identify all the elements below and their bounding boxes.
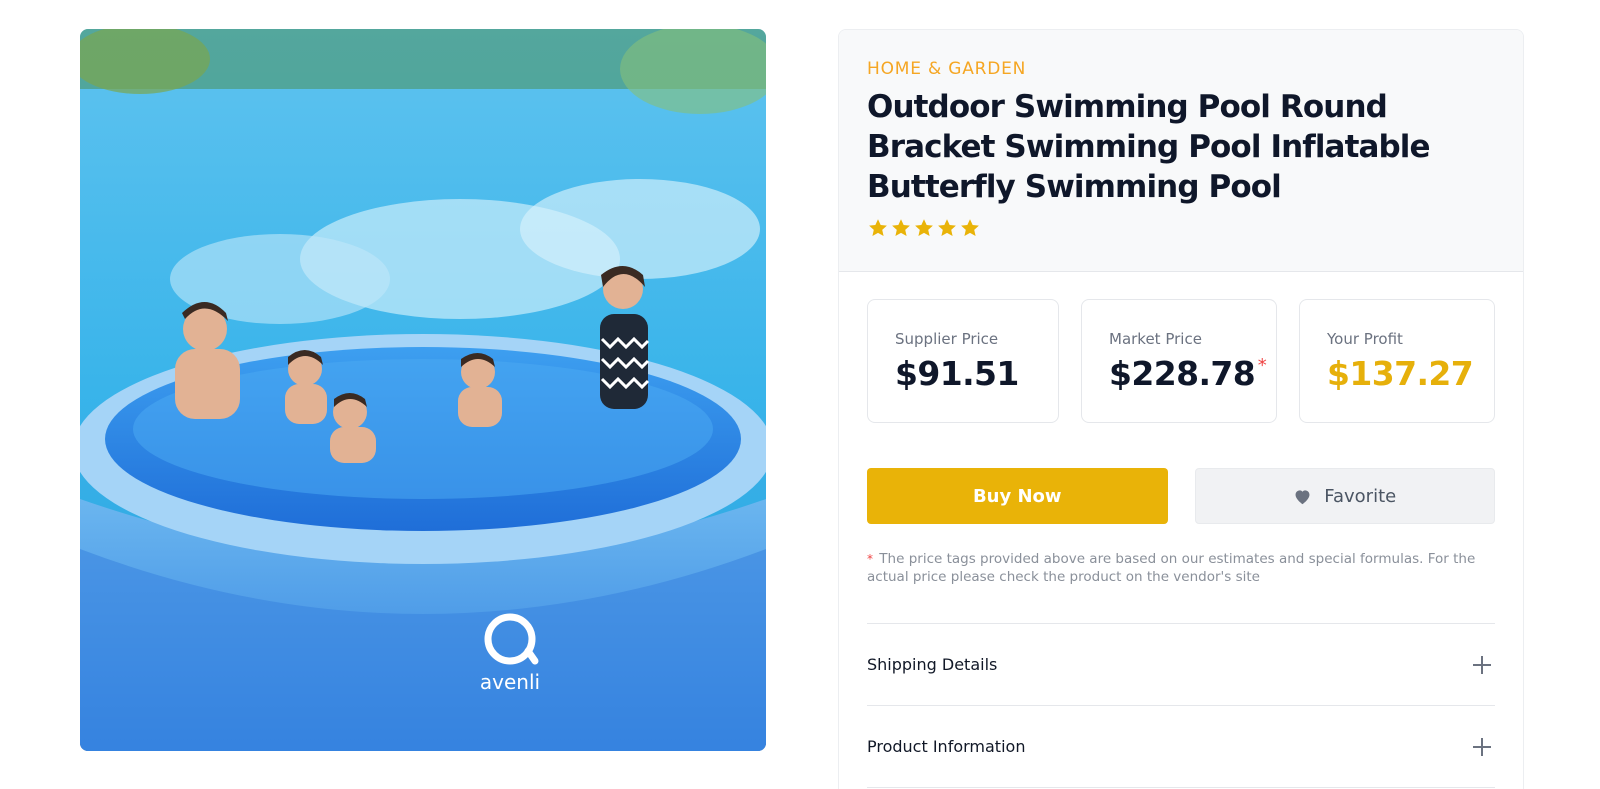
star-icon (869, 219, 887, 236)
profit-label: Your Profit (1327, 330, 1403, 348)
market-price-asterisk: * (1257, 355, 1267, 376)
profit-value: $137.27 (1327, 354, 1474, 393)
accordion-label: Product Information (867, 737, 1026, 756)
product-image: avenli (80, 29, 766, 751)
buy-now-button[interactable]: Buy Now (867, 468, 1168, 524)
star-icon (938, 219, 956, 236)
product-header: HOME & GARDEN Outdoor Swimming Pool Roun… (839, 30, 1523, 272)
accordion-label: Shipping Details (867, 655, 998, 674)
market-price-label: Market Price (1109, 330, 1202, 348)
star-icon (915, 219, 933, 236)
price-disclaimer: * The price tags provided above are base… (867, 550, 1495, 624)
supplier-price-card: Supplier Price $91.51 (867, 299, 1059, 423)
plus-icon[interactable] (1473, 737, 1491, 756)
price-cards: Supplier Price $91.51 Market Price $228.… (839, 272, 1523, 423)
market-price-value: $228.78 (1109, 354, 1256, 393)
brand-logo-text: avenli (480, 670, 540, 694)
disclaimer-asterisk: * (867, 552, 873, 566)
star-icon (892, 219, 910, 236)
accordion-product-information[interactable]: Product Information (867, 706, 1495, 788)
star-icon (961, 219, 979, 236)
favorite-button[interactable]: Favorite (1194, 468, 1495, 524)
disclaimer-text: The price tags provided above are based … (867, 551, 1476, 585)
favorite-label: Favorite (1324, 485, 1397, 507)
supplier-price-value: $91.51 (895, 354, 1019, 393)
market-price-wrap: $228.78 * (1109, 353, 1267, 395)
product-details-panel: HOME & GARDEN Outdoor Swimming Pool Roun… (838, 29, 1524, 789)
supplier-price-label: Supplier Price (895, 330, 999, 348)
rating-stars (867, 217, 1495, 239)
plus-icon[interactable] (1473, 655, 1491, 674)
profit-card: Your Profit $137.27 (1299, 299, 1495, 423)
market-price-card: Market Price $228.78 * (1081, 299, 1277, 423)
accordion-shipping-details[interactable]: Shipping Details (867, 624, 1495, 706)
product-photo: avenli (80, 29, 766, 751)
heart-icon (1295, 489, 1310, 504)
product-title: Outdoor Swimming Pool Round Bracket Swim… (867, 89, 1431, 205)
action-buttons: Buy Now Favorite (839, 423, 1523, 524)
product-category[interactable]: HOME & GARDEN (867, 57, 1495, 81)
